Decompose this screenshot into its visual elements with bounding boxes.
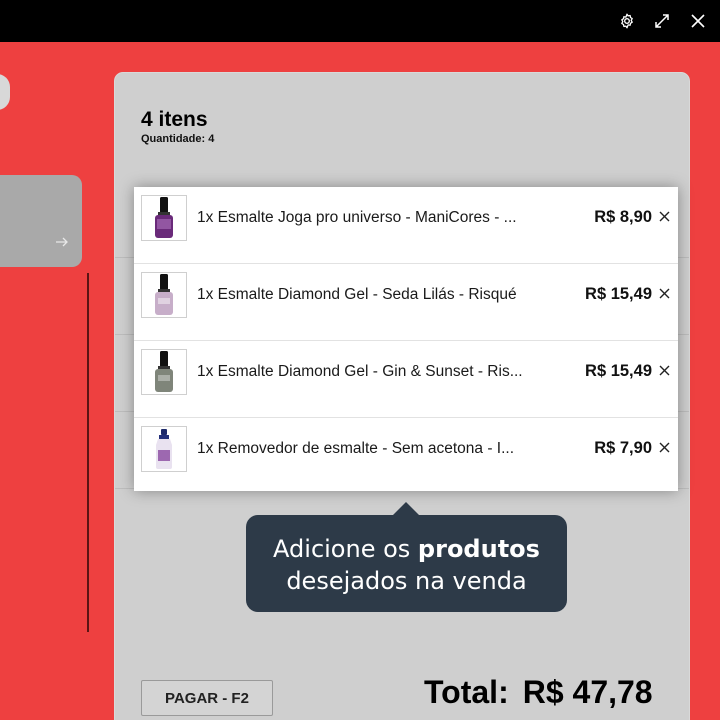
item-price: R$ 7,90 xyxy=(594,439,652,457)
quantity-label: Quantidade: xyxy=(141,133,206,145)
total-label: Total: xyxy=(424,674,509,710)
item-price: R$ 15,49 xyxy=(585,285,652,303)
window-titlebar xyxy=(0,0,720,42)
nail-polish-icon xyxy=(155,197,173,238)
cart-quantity: Quantidade: 4 xyxy=(141,133,214,145)
list-item[interactable]: 1x Removedor de esmalte - Sem acetona - … xyxy=(134,418,678,495)
product-thumbnail xyxy=(141,349,187,395)
remover-bottle-icon xyxy=(156,429,172,469)
product-thumbnail xyxy=(141,195,187,241)
close-icon xyxy=(691,14,705,28)
remove-item-button[interactable] xyxy=(658,287,671,300)
pay-button[interactable]: PAGAR - F2 xyxy=(141,680,273,716)
tooltip-text-bold: produtos xyxy=(417,535,540,563)
list-item[interactable]: 1x Esmalte Joga pro universo - ManiCores… xyxy=(134,187,678,264)
remove-item-button[interactable] xyxy=(658,364,671,377)
product-thumbnail xyxy=(141,426,187,472)
item-name: 1x Esmalte Diamond Gel - Seda Lilás - Ri… xyxy=(197,286,517,303)
tooltip-line-2: desejados na venda xyxy=(286,567,527,595)
maximize-button[interactable] xyxy=(650,9,674,33)
arrow-right-icon xyxy=(56,237,68,247)
cart-title: 4 itens xyxy=(141,108,208,131)
expand-icon xyxy=(655,14,669,28)
nail-polish-icon xyxy=(155,274,173,315)
item-price: R$ 15,49 xyxy=(585,362,652,380)
item-name: 1x Esmalte Diamond Gel - Gin & Sunset - … xyxy=(197,363,523,380)
tooltip-line-1: Adicione os produtos xyxy=(246,533,567,565)
left-panel-card[interactable] xyxy=(0,175,82,267)
total-value: R$ 47,78 xyxy=(522,674,653,710)
cart-total: Total: R$ 47,78 xyxy=(424,674,653,711)
quantity-value: 4 xyxy=(208,133,215,145)
item-price: R$ 8,90 xyxy=(594,208,652,226)
onboarding-tooltip: Adicione os produtos desejados na venda xyxy=(246,502,567,612)
remove-item-button[interactable] xyxy=(658,210,671,223)
product-thumbnail xyxy=(141,272,187,318)
list-item[interactable]: 1x Esmalte Diamond Gel - Seda Lilás - Ri… xyxy=(134,264,678,341)
list-item[interactable]: 1x Esmalte Diamond Gel - Gin & Sunset - … xyxy=(134,341,678,418)
settings-button[interactable] xyxy=(615,9,639,33)
item-name: 1x Esmalte Joga pro universo - ManiCores… xyxy=(197,209,517,226)
item-name: 1x Removedor de esmalte - Sem acetona - … xyxy=(197,440,515,457)
tooltip-text: Adicione os xyxy=(273,535,418,563)
cart-items-list: 1x Esmalte Joga pro universo - ManiCores… xyxy=(134,187,678,491)
left-panel-toggle[interactable] xyxy=(0,74,10,110)
nail-polish-icon xyxy=(155,351,173,392)
divider xyxy=(87,273,89,632)
remove-item-button[interactable] xyxy=(658,441,671,454)
gear-icon xyxy=(621,13,633,29)
close-button[interactable] xyxy=(686,9,710,33)
